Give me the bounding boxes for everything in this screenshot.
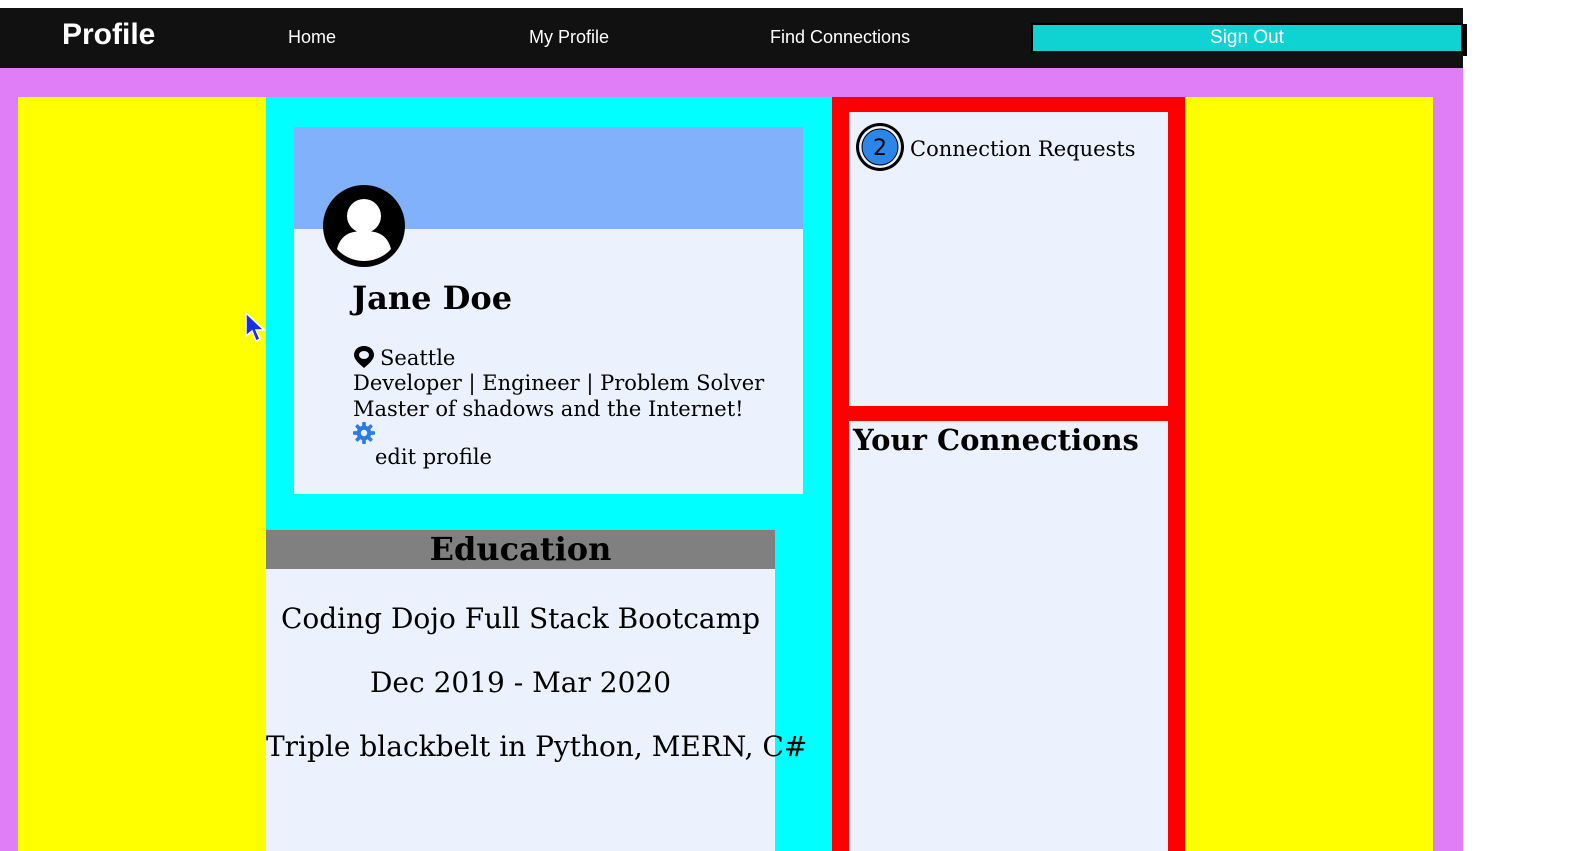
education-header: Education xyxy=(266,530,775,569)
profile-bio: Master of shadows and the Internet! xyxy=(353,397,744,421)
connection-requests-label[interactable]: Connection Requests xyxy=(910,137,1136,161)
user-avatar-icon xyxy=(323,185,405,267)
nav-find-connections-link[interactable]: Find Connections xyxy=(770,27,910,48)
nav-home-link[interactable]: Home xyxy=(288,27,336,48)
connection-requests-panel: 2 Connection Requests xyxy=(849,112,1168,406)
top-navbar: Profile Home My Profile Find Connections… xyxy=(0,8,1463,68)
svg-text:2: 2 xyxy=(873,136,887,161)
profile-tagline: Developer | Engineer | Problem Solver xyxy=(353,371,765,395)
nav-my-profile-link[interactable]: My Profile xyxy=(529,27,609,48)
left-gutter xyxy=(18,97,266,851)
brand-title: Profile xyxy=(62,18,156,51)
profile-card: Jane Doe Seattle Developer | Engineer | … xyxy=(294,127,803,494)
education-dates: Dec 2019 - Mar 2020 xyxy=(369,666,672,699)
navbar-edge xyxy=(1463,24,1467,56)
profile-name: Jane Doe xyxy=(352,279,513,317)
your-connections-panel: Your Connections xyxy=(849,421,1168,851)
right-gutter xyxy=(1185,97,1433,851)
edit-profile-link[interactable]: edit profile xyxy=(375,445,492,469)
sign-out-button[interactable]: Sign Out xyxy=(1031,23,1463,53)
location-pin-icon xyxy=(354,346,374,368)
notification-badge[interactable]: 2 xyxy=(855,122,905,172)
gear-icon[interactable] xyxy=(353,422,375,444)
your-connections-title: Your Connections xyxy=(853,423,1139,457)
profile-location: Seattle xyxy=(380,346,456,370)
education-school: Coding Dojo Full Stack Bootcamp xyxy=(280,602,761,635)
mouse-cursor-icon xyxy=(245,312,266,343)
education-note: Triple blackbelt in Python, MERN, C# xyxy=(266,730,808,763)
education-card: Education Coding Dojo Full Stack Bootcam… xyxy=(266,530,808,851)
